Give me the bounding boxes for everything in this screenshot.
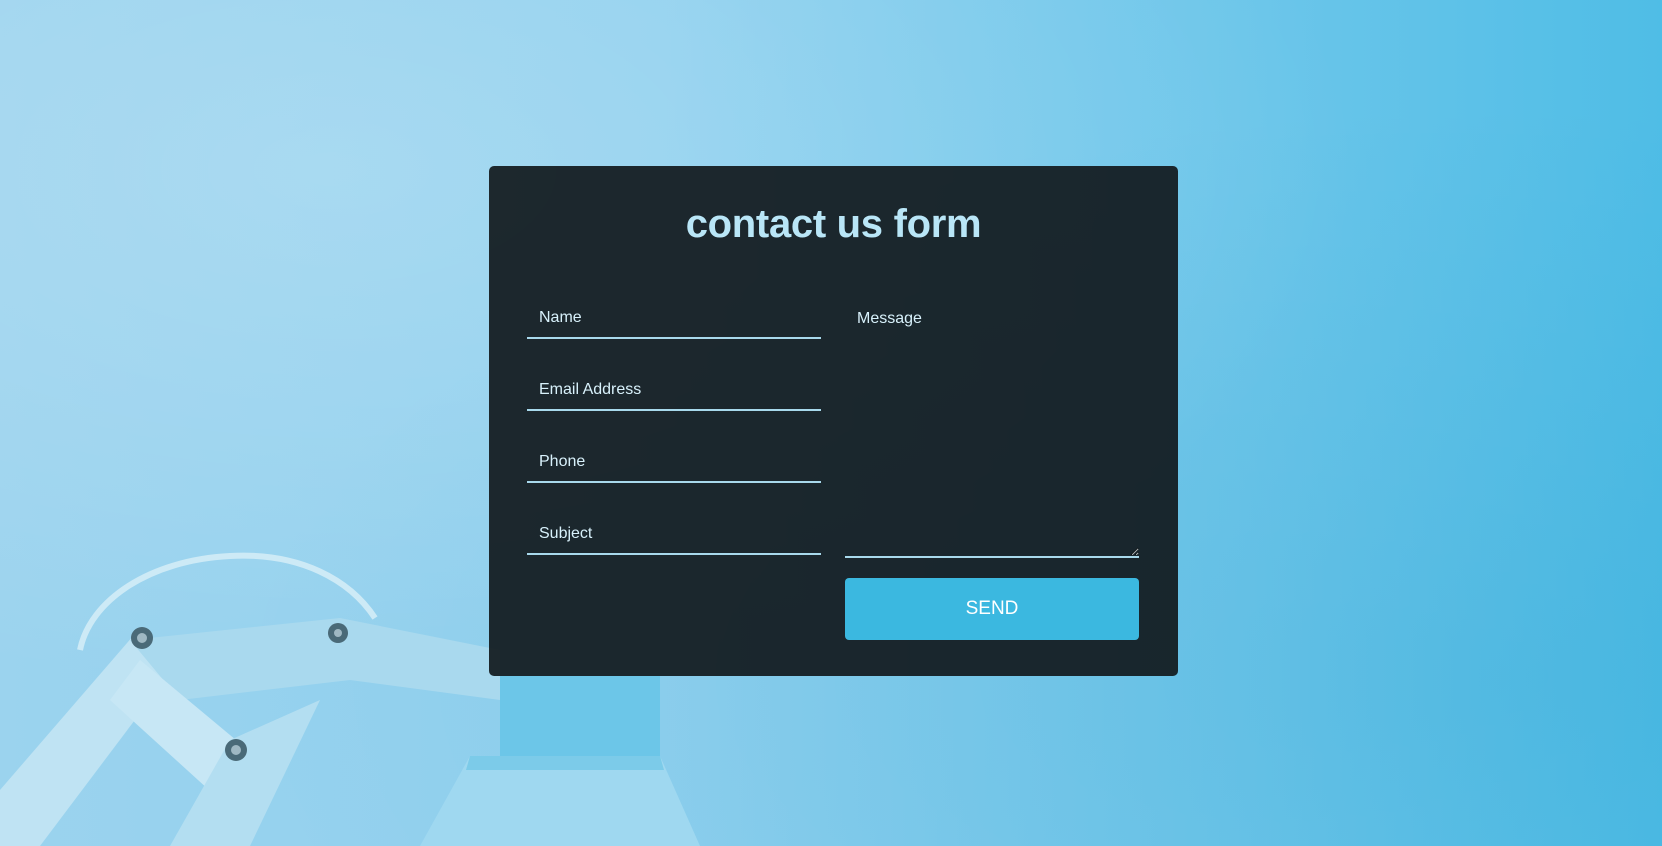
phone-input[interactable] <box>527 443 821 483</box>
subject-input[interactable] <box>527 515 821 555</box>
name-input[interactable] <box>527 299 821 339</box>
form-title: contact us form <box>685 202 982 246</box>
message-textarea[interactable] <box>845 304 1139 558</box>
send-button[interactable]: SEND <box>845 578 1139 640</box>
contact-form-card: contact us form SEND <box>489 166 1178 676</box>
email-input[interactable] <box>527 371 821 411</box>
